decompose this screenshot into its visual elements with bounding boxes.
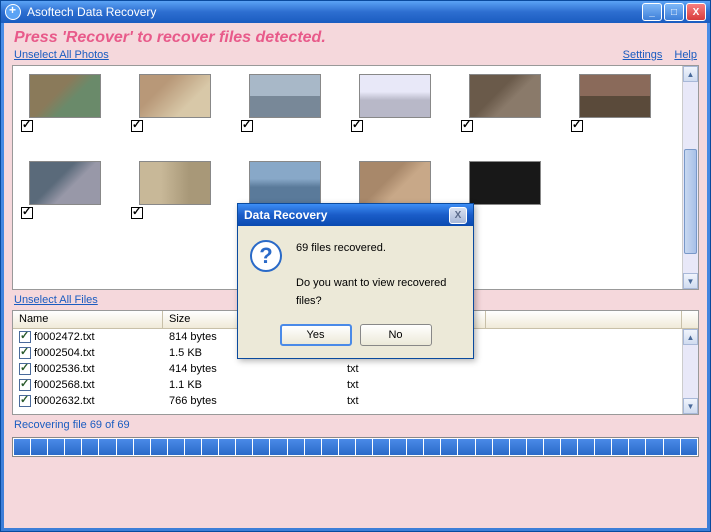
thumbnail (139, 74, 211, 118)
file-checkbox[interactable] (19, 395, 31, 407)
file-checkbox[interactable] (19, 379, 31, 391)
thumbnail (29, 74, 101, 118)
progress-bar (12, 437, 699, 457)
scroll-thumb[interactable] (684, 149, 697, 254)
file-name: f0002504.txt (34, 347, 95, 359)
dialog-line1: 69 files recovered. (296, 240, 461, 258)
scroll-down-icon[interactable]: ▼ (683, 398, 698, 414)
photo-checkbox[interactable] (131, 207, 143, 219)
close-button[interactable]: X (686, 3, 706, 21)
app-window: Asoftech Data Recovery _ □ X Press 'Reco… (0, 0, 711, 532)
photo-item[interactable] (351, 74, 439, 132)
titlebar: Asoftech Data Recovery _ □ X (1, 1, 710, 23)
photo-checkbox[interactable] (241, 120, 253, 132)
photo-item[interactable] (21, 74, 109, 132)
thumbnail (469, 74, 541, 118)
thumbnail (139, 161, 211, 205)
photo-item[interactable] (241, 74, 329, 132)
status-text: Recovering file 69 of 69 (4, 415, 707, 435)
file-size: 766 bytes (163, 395, 341, 407)
photo-checkbox[interactable] (351, 120, 363, 132)
photo-item[interactable] (131, 161, 219, 219)
file-name: f0002568.txt (34, 379, 95, 391)
thumbnail (469, 161, 541, 205)
photo-scrollbar[interactable]: ▲ ▼ (682, 66, 698, 289)
photo-checkbox[interactable] (21, 120, 33, 132)
unselect-files-link[interactable]: Unselect All Files (14, 294, 98, 306)
dialog-title: Data Recovery (244, 208, 327, 222)
file-checkbox[interactable] (19, 331, 31, 343)
dialog-message: 69 files recovered. Do you want to view … (296, 240, 461, 310)
file-ext: txt (341, 379, 486, 391)
photo-item[interactable] (131, 74, 219, 132)
thumbnail (579, 74, 651, 118)
minimize-button[interactable]: _ (642, 3, 662, 21)
file-size: 1.1 KB (163, 379, 341, 391)
unselect-photos-link[interactable]: Unselect All Photos (14, 49, 109, 61)
scroll-up-icon[interactable]: ▲ (683, 329, 698, 345)
photo-checkbox[interactable] (571, 120, 583, 132)
thumbnail (359, 161, 431, 205)
dialog-titlebar: Data Recovery X (238, 204, 473, 226)
file-name: f0002472.txt (34, 331, 95, 343)
file-row[interactable]: f0002568.txt 1.1 KBtxt (13, 377, 682, 393)
confirm-dialog: Data Recovery X ? 69 files recovered. Do… (237, 203, 474, 359)
instruction-text: Press 'Recover' to recover files detecte… (4, 23, 707, 49)
photo-checkbox[interactable] (131, 120, 143, 132)
file-ext: txt (341, 363, 486, 375)
file-row[interactable]: f0002536.txt 414 bytestxt (13, 361, 682, 377)
photo-item[interactable] (21, 161, 109, 219)
dialog-close-button[interactable]: X (449, 207, 467, 224)
photo-item[interactable] (461, 161, 549, 219)
col-scroll-gap (682, 311, 698, 328)
window-title: Asoftech Data Recovery (27, 5, 642, 19)
thumbnail (249, 74, 321, 118)
thumbnail (359, 74, 431, 118)
file-name: f0002632.txt (34, 395, 95, 407)
no-button[interactable]: No (360, 324, 432, 346)
file-size: 414 bytes (163, 363, 341, 375)
file-ext: txt (341, 395, 486, 407)
dialog-line2: Do you want to view recovered files? (296, 275, 461, 310)
photo-checkbox[interactable] (461, 120, 473, 132)
scroll-up-icon[interactable]: ▲ (683, 66, 698, 82)
file-row[interactable]: f0002632.txt 766 bytestxt (13, 393, 682, 409)
photo-item[interactable] (461, 74, 549, 132)
file-scrollbar[interactable]: ▲ ▼ (682, 329, 698, 414)
photo-item[interactable] (571, 74, 659, 132)
help-link[interactable]: Help (674, 49, 697, 61)
col-blank (486, 311, 682, 328)
photo-checkbox[interactable] (21, 207, 33, 219)
yes-button[interactable]: Yes (280, 324, 352, 346)
scroll-down-icon[interactable]: ▼ (683, 273, 698, 289)
app-icon (5, 4, 21, 20)
thumbnail (29, 161, 101, 205)
settings-link[interactable]: Settings (623, 49, 663, 61)
question-icon: ? (250, 240, 282, 272)
file-name: f0002536.txt (34, 363, 95, 375)
file-checkbox[interactable] (19, 347, 31, 359)
maximize-button[interactable]: □ (664, 3, 684, 21)
file-checkbox[interactable] (19, 363, 31, 375)
thumbnail (249, 161, 321, 205)
col-name[interactable]: Name (13, 311, 163, 328)
